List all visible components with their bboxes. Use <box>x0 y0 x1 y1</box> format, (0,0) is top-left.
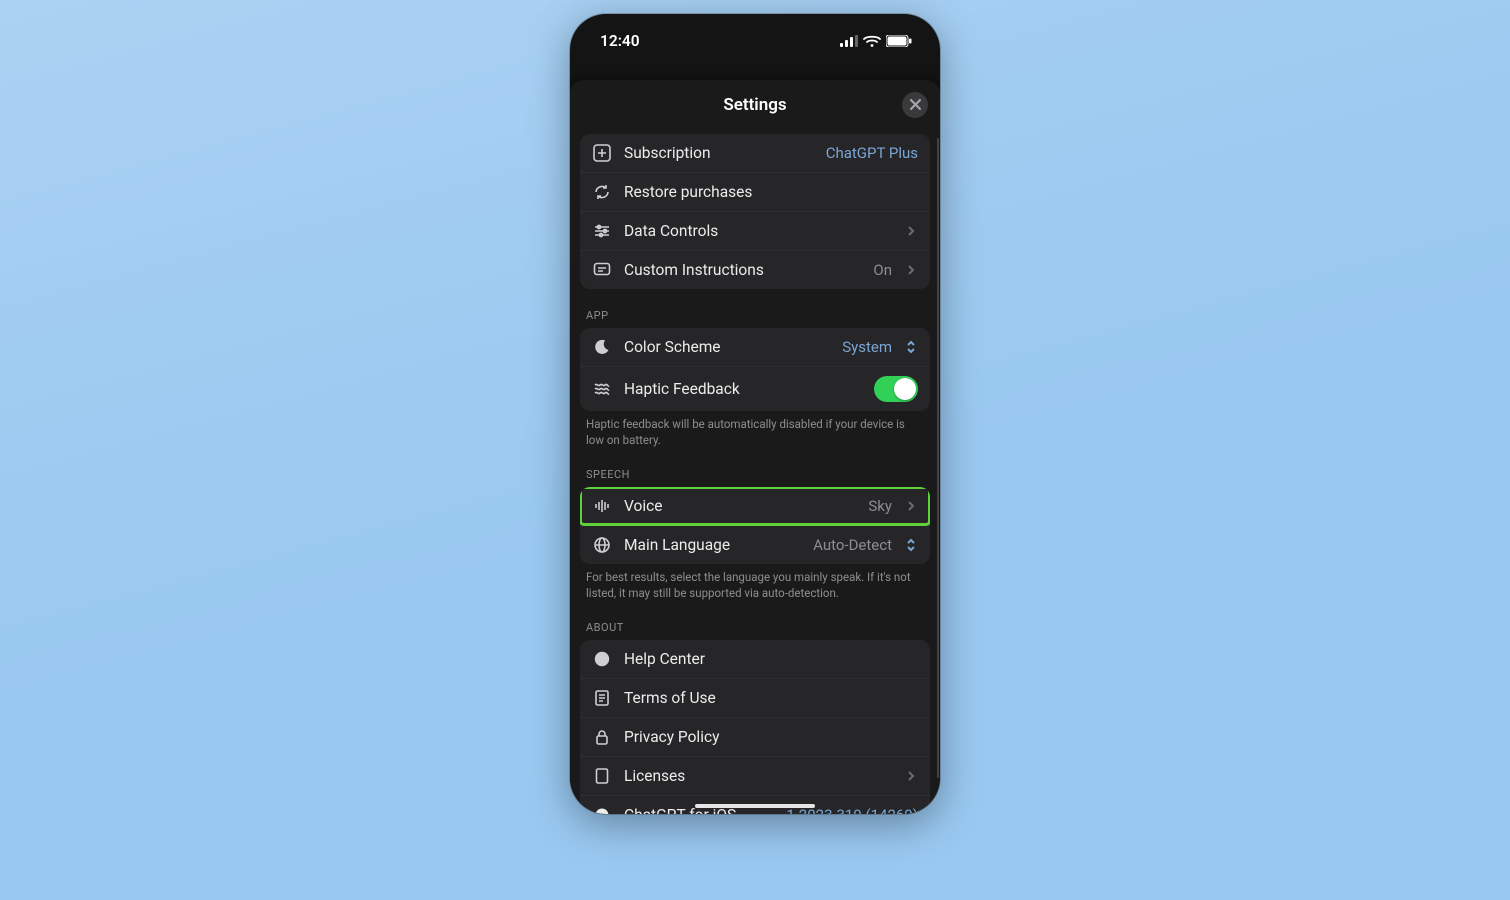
row-main-language[interactable]: Main Language Auto-Detect <box>580 525 930 564</box>
row-label: Restore purchases <box>624 183 918 201</box>
row-value: On <box>873 261 892 279</box>
svg-text:?: ? <box>599 655 605 666</box>
status-indicators <box>840 35 912 48</box>
speech-group: Voice Sky Main Language Auto-Detect <box>580 487 930 564</box>
row-licenses[interactable]: Licenses <box>580 756 930 795</box>
settings-scroll[interactable]: Subscription ChatGPT Plus Restore purcha… <box>570 130 940 814</box>
lock-icon <box>592 727 612 747</box>
chevron-right-icon <box>904 225 918 237</box>
globe-icon <box>592 535 612 555</box>
signal-icon <box>840 35 858 47</box>
account-group: Subscription ChatGPT Plus Restore purcha… <box>580 134 930 289</box>
haptic-footnote: Haptic feedback will be automatically di… <box>580 411 930 448</box>
row-label: Data Controls <box>624 222 892 240</box>
row-label: Licenses <box>624 767 892 785</box>
row-label: Custom Instructions <box>624 261 861 279</box>
chevron-right-icon <box>904 264 918 276</box>
moon-icon <box>592 337 612 357</box>
status-time: 12:40 <box>600 32 640 50</box>
sliders-icon <box>592 221 612 241</box>
row-voice[interactable]: Voice Sky <box>580 487 930 525</box>
row-label: Color Scheme <box>624 338 830 356</box>
row-value: System <box>842 338 892 356</box>
row-label: Privacy Policy <box>624 728 918 746</box>
page-icon <box>592 766 612 786</box>
about-group: ? Help Center Terms of Use Privacy Polic… <box>580 640 930 814</box>
chevron-right-icon <box>904 770 918 782</box>
document-icon <box>592 688 612 708</box>
row-privacy-policy[interactable]: Privacy Policy <box>580 717 930 756</box>
row-label: Voice <box>624 497 856 515</box>
row-label: Haptic Feedback <box>624 380 862 398</box>
row-value: Auto-Detect <box>813 536 892 554</box>
wifi-icon <box>863 35 881 48</box>
row-subscription[interactable]: Subscription ChatGPT Plus <box>580 134 930 172</box>
battery-icon <box>886 35 912 47</box>
row-value: Sky <box>868 497 892 515</box>
section-label-app: APP <box>580 289 930 328</box>
help-icon: ? <box>592 649 612 669</box>
haptic-toggle[interactable] <box>874 376 918 402</box>
chevron-updown-icon <box>904 340 918 354</box>
chat-icon <box>592 260 612 280</box>
row-restore-purchases[interactable]: Restore purchases <box>580 172 930 211</box>
row-value: ChatGPT Plus <box>826 144 918 162</box>
phone-frame: 12:40 Settings Subscr <box>570 14 940 814</box>
status-bar: 12:40 <box>570 14 940 68</box>
row-data-controls[interactable]: Data Controls <box>580 211 930 250</box>
section-label-about: ABOUT <box>580 601 930 640</box>
page-title: Settings <box>723 95 786 115</box>
row-label: Terms of Use <box>624 689 918 707</box>
scroll-indicator <box>937 138 940 778</box>
sheet-header: Settings <box>570 80 940 130</box>
waves-icon <box>592 379 612 399</box>
row-label: Subscription <box>624 144 814 162</box>
app-group: Color Scheme System Haptic Feedback <box>580 328 930 411</box>
close-icon <box>910 95 921 115</box>
sync-icon <box>592 182 612 202</box>
row-haptic-feedback[interactable]: Haptic Feedback <box>580 366 930 411</box>
row-color-scheme[interactable]: Color Scheme System <box>580 328 930 366</box>
row-custom-instructions[interactable]: Custom Instructions On <box>580 250 930 289</box>
home-indicator[interactable] <box>695 804 815 808</box>
waveform-icon <box>592 496 612 516</box>
close-button[interactable] <box>902 92 928 118</box>
row-terms-of-use[interactable]: Terms of Use <box>580 678 930 717</box>
plus-square-icon <box>592 143 612 163</box>
chevron-updown-icon <box>904 538 918 552</box>
chevron-right-icon <box>904 500 918 512</box>
row-label: Help Center <box>624 650 918 668</box>
row-label: Main Language <box>624 536 801 554</box>
dot-icon <box>592 805 612 814</box>
section-label-speech: SPEECH <box>580 448 930 487</box>
row-help-center[interactable]: ? Help Center <box>580 640 930 678</box>
settings-sheet: Settings Subscription ChatGPT Plus Resto… <box>570 80 940 814</box>
speech-footnote: For best results, select the language yo… <box>580 564 930 601</box>
